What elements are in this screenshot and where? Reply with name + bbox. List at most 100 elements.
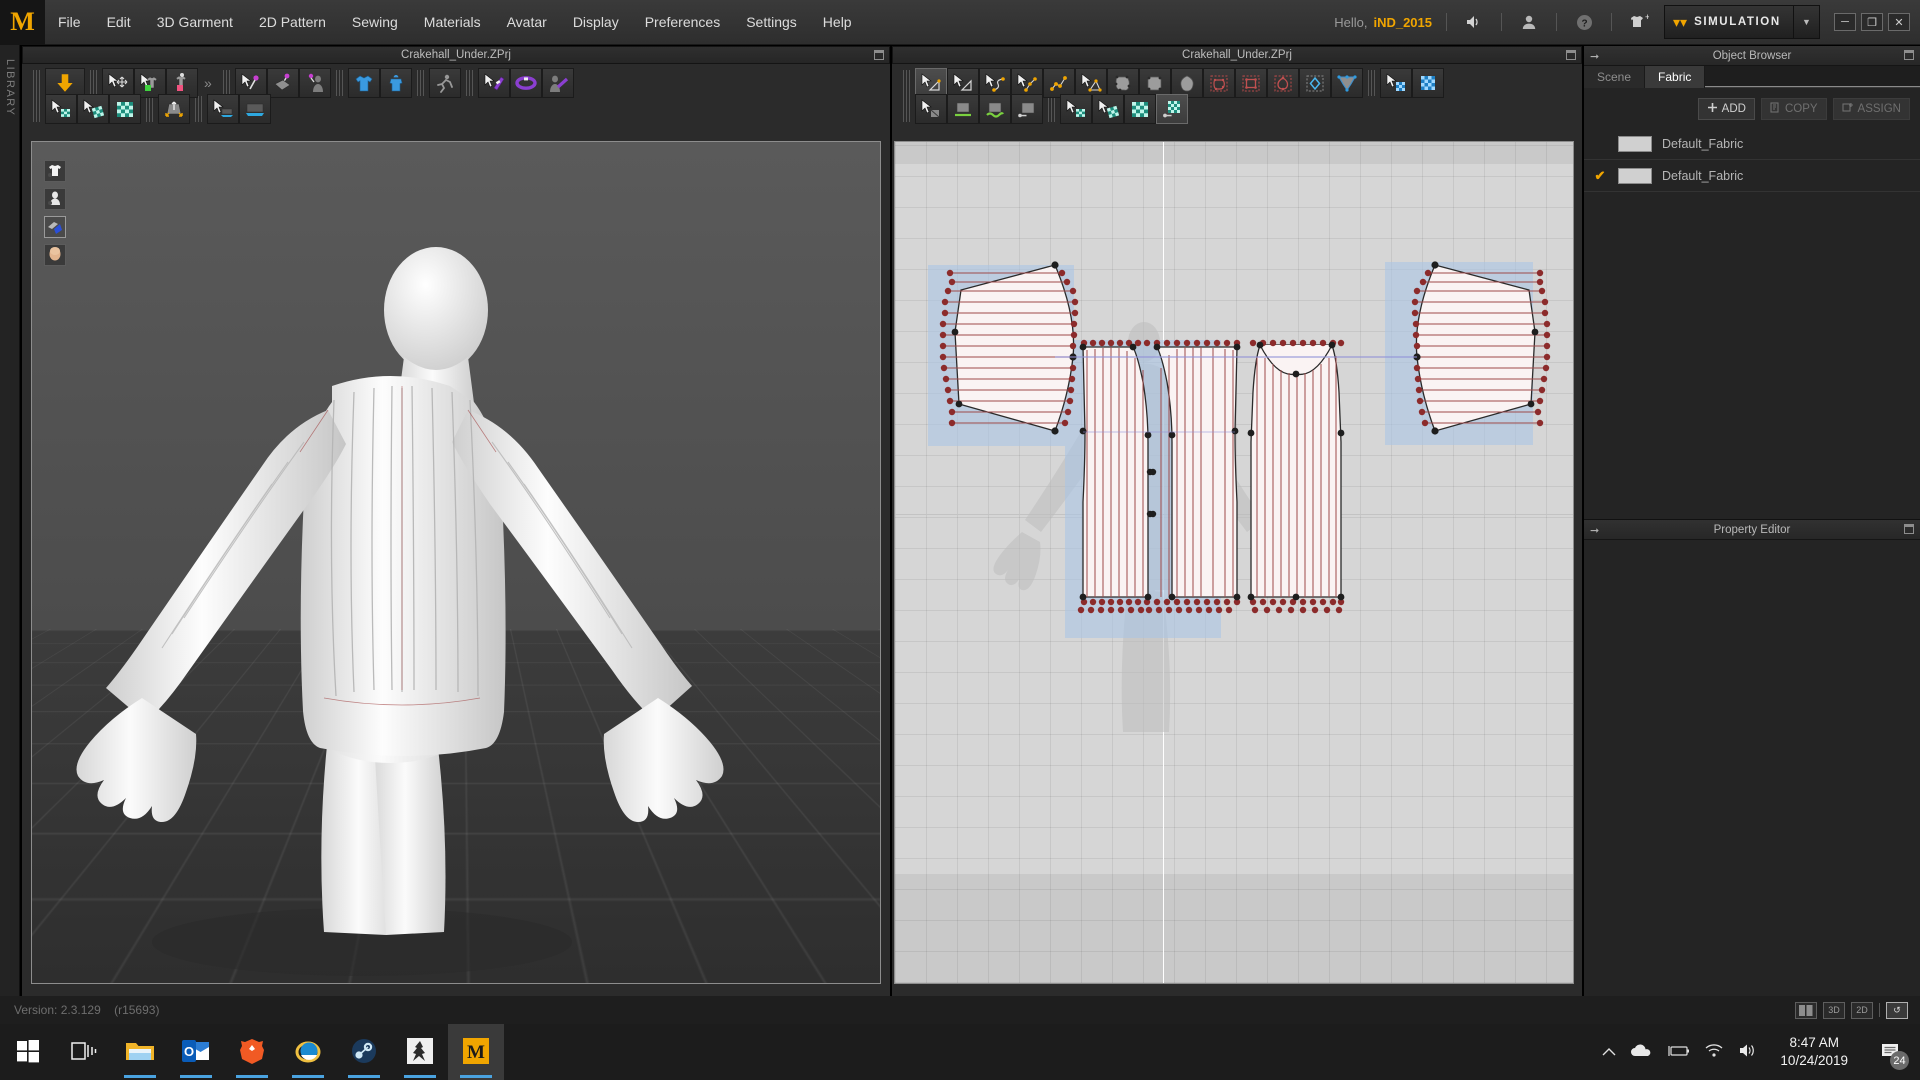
more-tools-chevron-icon[interactable]: » <box>198 75 218 91</box>
volume-icon[interactable] <box>1461 9 1487 35</box>
menu-item-2d-pattern[interactable]: 2D Pattern <box>246 0 339 45</box>
popout-icon[interactable] <box>874 50 884 60</box>
tab-scene[interactable]: Scene <box>1584 66 1646 88</box>
show-skin-toggle[interactable] <box>44 244 66 266</box>
show-avatar-toggle[interactable] <box>44 188 66 210</box>
inner-circle-tool[interactable] <box>1267 68 1299 98</box>
maximize-button[interactable]: ❐ <box>1861 13 1883 31</box>
menu-item-help[interactable]: Help <box>810 0 865 45</box>
dart-tool[interactable] <box>1299 68 1331 98</box>
collapse-arrow-icon[interactable]: ➞ <box>1590 50 1599 63</box>
marvelous-designer[interactable]: M <box>448 1024 504 1080</box>
popout-icon[interactable] <box>1566 50 1576 60</box>
notification-center-button[interactable]: 24 <box>1870 1024 1912 1080</box>
popout-icon[interactable] <box>1904 524 1914 534</box>
battery-icon[interactable] <box>1666 1044 1690 1061</box>
task-view-button[interactable] <box>56 1024 112 1080</box>
fabric-active-check-icon[interactable]: ✔ <box>1592 168 1608 184</box>
animation-tool[interactable] <box>428 68 461 98</box>
segment-sewing-tool[interactable] <box>947 94 979 124</box>
toolbar-grip[interactable] <box>33 70 40 96</box>
reset-view-button[interactable]: ↺ <box>1886 1001 1908 1019</box>
select-sewing-tool[interactable] <box>915 94 947 124</box>
fabric-color-swatch[interactable] <box>1618 167 1652 184</box>
select-texture-2d-tool[interactable] <box>1380 68 1412 98</box>
box-fitting-tool[interactable] <box>158 94 190 124</box>
brave-browser[interactable] <box>224 1024 280 1080</box>
tack-ring-tool[interactable] <box>509 68 542 98</box>
wifi-icon[interactable] <box>1704 1043 1724 1061</box>
select-zipper-tool[interactable] <box>477 68 510 98</box>
fold-arrangement-tool[interactable] <box>266 68 299 98</box>
layer-tool[interactable] <box>239 94 271 124</box>
fabric-row[interactable]: Default_Fabric <box>1584 128 1920 160</box>
toolbar-grip[interactable] <box>222 70 230 96</box>
toolbar-grip[interactable] <box>903 96 910 122</box>
avatar-pin-tool[interactable] <box>298 68 331 98</box>
menu-item-avatar[interactable]: Avatar <box>494 0 560 45</box>
menu-item-file[interactable]: File <box>45 0 94 45</box>
toolbar-grip[interactable] <box>195 96 202 122</box>
collapse-arrow-icon[interactable]: ➞ <box>1590 524 1599 537</box>
toolbar-grip[interactable] <box>1368 70 1375 96</box>
fabric-color-swatch[interactable] <box>1618 135 1652 152</box>
inner-polygon-tool[interactable] <box>1203 68 1235 98</box>
show-fabric-toggle[interactable] <box>44 216 66 238</box>
mesh-edit-tool[interactable] <box>1156 94 1188 124</box>
menu-item-edit[interactable]: Edit <box>94 0 144 45</box>
start-button[interactable] <box>0 1024 56 1080</box>
menu-item-display[interactable]: Display <box>560 0 632 45</box>
toolbar-grip[interactable] <box>33 96 40 122</box>
viewport-2d[interactable] <box>894 141 1574 984</box>
zbrush[interactable] <box>392 1024 448 1080</box>
view-3d-button[interactable]: 3D <box>1823 1001 1845 1019</box>
mesh-2d-tool[interactable] <box>1124 94 1156 124</box>
user-account-icon[interactable] <box>1516 9 1542 35</box>
menu-item-settings[interactable]: Settings <box>733 0 810 45</box>
show-garment-toggle[interactable] <box>44 160 66 182</box>
free-sewing-tool[interactable] <box>979 94 1011 124</box>
toolbar-grip[interactable] <box>335 70 343 96</box>
library-side-tab[interactable]: LIBRARY <box>0 45 20 1005</box>
onedrive-icon[interactable] <box>1630 1043 1652 1061</box>
arrangement-tool[interactable] <box>347 68 380 98</box>
volume-icon[interactable] <box>1738 1043 1758 1061</box>
tab-fabric[interactable]: Fabric <box>1645 66 1706 88</box>
add-garment-icon[interactable]: + <box>1626 9 1652 35</box>
menu-item-3d-garment[interactable]: 3D Garment <box>144 0 246 45</box>
menu-item-sewing[interactable]: Sewing <box>339 0 411 45</box>
fabric-row[interactable]: ✔ Default_Fabric <box>1584 160 1920 192</box>
toolbar-grip[interactable] <box>903 70 910 96</box>
chevron-up-icon[interactable] <box>1602 1045 1616 1060</box>
help-icon[interactable]: ? <box>1571 9 1597 35</box>
toolbar-grip[interactable] <box>465 70 473 96</box>
simulation-dropdown[interactable]: ▼ <box>1794 5 1820 39</box>
edit-texture-tool[interactable] <box>77 94 109 124</box>
steam[interactable] <box>336 1024 392 1080</box>
edit-mesh-2d-tool[interactable] <box>1092 94 1124 124</box>
internet-explorer[interactable] <box>280 1024 336 1080</box>
file-explorer[interactable] <box>112 1024 168 1080</box>
edit-sewing-tool[interactable] <box>1011 94 1043 124</box>
popout-icon[interactable] <box>1904 50 1914 60</box>
inner-rectangle-tool[interactable] <box>1235 68 1267 98</box>
texture-tool[interactable] <box>109 94 141 124</box>
toolbar-grip[interactable] <box>146 96 153 122</box>
menu-item-preferences[interactable]: Preferences <box>632 0 733 45</box>
toolbar-grip[interactable] <box>90 70 97 96</box>
arrangement-fit-tool[interactable] <box>379 68 412 98</box>
pleat-tool[interactable] <box>1331 68 1363 98</box>
toolbar-grip[interactable] <box>416 70 424 96</box>
close-button[interactable]: ✕ <box>1888 13 1910 31</box>
toolbar-grip[interactable] <box>1048 96 1055 122</box>
add-button[interactable]: ADD <box>1697 98 1755 120</box>
outlook[interactable]: O <box>168 1024 224 1080</box>
split-view-button[interactable] <box>1795 1001 1817 1019</box>
avatar-tack-tool[interactable] <box>541 68 574 98</box>
select-texture-tool[interactable] <box>45 94 77 124</box>
viewport-3d[interactable] <box>31 141 881 984</box>
minimize-button[interactable]: ─ <box>1834 13 1856 31</box>
taskbar-clock[interactable]: 8:47 AM 10/24/2019 <box>1772 1034 1856 1070</box>
select-mesh-2d-tool[interactable] <box>1060 94 1092 124</box>
menu-item-materials[interactable]: Materials <box>411 0 494 45</box>
